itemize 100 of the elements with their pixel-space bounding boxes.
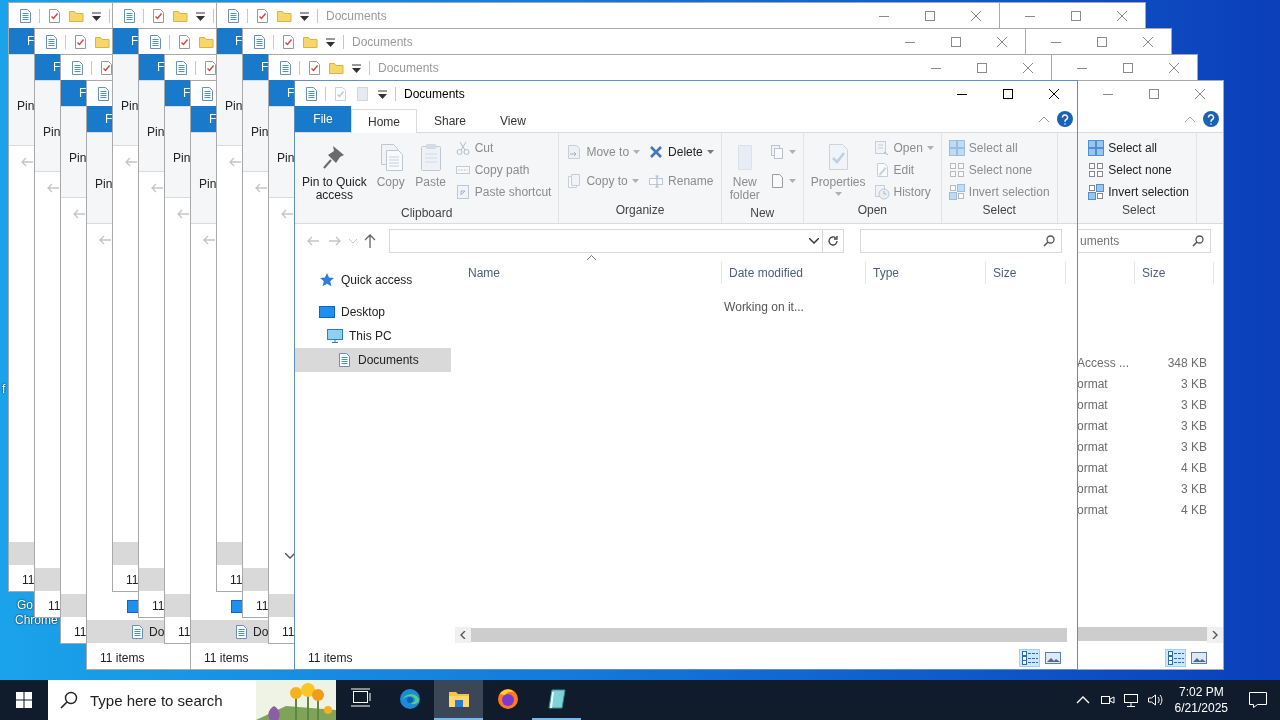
nav-item[interactable]: Desktop xyxy=(295,300,451,324)
clock[interactable]: 7:02 PM 6/21/2025 xyxy=(1166,685,1236,715)
table-cell-text: 348 KB xyxy=(1166,355,1207,370)
address-field[interactable] xyxy=(389,229,823,253)
scrollbar-thumb[interactable] xyxy=(1077,627,1207,641)
help-icon xyxy=(1207,113,1215,125)
help-button[interactable] xyxy=(1203,111,1219,127)
nav-item[interactable]: Quick access xyxy=(295,268,451,292)
ribbon-group-label: Open xyxy=(856,203,888,219)
document-icon xyxy=(336,352,352,368)
refresh-button[interactable] xyxy=(823,229,844,253)
document-icon[interactable] xyxy=(69,59,85,76)
ribbon-button[interactable]: Delete xyxy=(645,137,717,166)
checked-page-icon[interactable] xyxy=(98,59,114,76)
ribbon-button-label: Pin xyxy=(173,151,191,165)
file-tab[interactable]: F xyxy=(269,80,294,106)
chevron-down-icon[interactable] xyxy=(809,238,819,244)
details-view-button[interactable] xyxy=(1019,648,1040,667)
dropdown-icon[interactable] xyxy=(376,87,389,100)
status-text: 11 xyxy=(152,598,165,613)
nav-item[interactable]: This PC xyxy=(295,324,451,348)
help-button[interactable] xyxy=(1057,111,1073,127)
status-text: 11 xyxy=(22,572,35,587)
document-icon[interactable] xyxy=(277,59,293,76)
table-cell-text: 3 KB xyxy=(1180,397,1207,412)
scrollbar-thumb[interactable] xyxy=(471,628,1067,642)
checked-page-icon[interactable] xyxy=(254,7,270,24)
file-tab[interactable]: F xyxy=(113,28,138,54)
document-icon[interactable] xyxy=(43,33,59,50)
ribbon-tab[interactable]: Home xyxy=(351,109,417,133)
checked-page-icon[interactable] xyxy=(280,33,296,50)
file-tab[interactable]: F xyxy=(61,80,86,106)
table-cell-text: Access ... xyxy=(1077,355,1130,370)
checked-page-icon[interactable] xyxy=(46,7,62,24)
file-tab[interactable]: File xyxy=(295,106,351,132)
dropdown-icon[interactable] xyxy=(324,35,337,48)
search-icon xyxy=(1043,235,1055,247)
table-cell-text: 4 KB xyxy=(1180,460,1207,475)
file-tab[interactable]: F xyxy=(217,28,242,54)
dropdown-caret-icon xyxy=(631,178,639,183)
file-tab[interactable]: F xyxy=(9,28,34,54)
search-box[interactable]: Type here to search xyxy=(48,680,336,720)
file-tab[interactable]: F xyxy=(191,106,216,132)
ribbon-button[interactable]: Select none xyxy=(1085,159,1192,181)
window-title: Documents xyxy=(352,34,413,49)
caret-icon[interactable] xyxy=(349,238,357,244)
ribbon-button-label: Pin xyxy=(69,151,87,165)
flame-circle-icon xyxy=(496,688,519,710)
document-icon[interactable] xyxy=(303,85,319,102)
ribbon-button[interactable]: Pin to Quick access xyxy=(299,137,370,206)
collapse-ribbon-icon[interactable] xyxy=(1039,116,1049,122)
document-icon[interactable] xyxy=(173,59,189,76)
document-icon[interactable] xyxy=(17,7,33,24)
details-view-button[interactable] xyxy=(1165,648,1186,667)
checked-page-icon[interactable] xyxy=(202,59,218,76)
up-icon[interactable] xyxy=(363,233,377,249)
windows-logo-icon xyxy=(16,692,32,708)
checked-page-icon[interactable] xyxy=(176,33,192,50)
scroll-left-button[interactable] xyxy=(455,627,471,643)
checked-page-icon[interactable] xyxy=(150,7,166,24)
dropdown-icon[interactable] xyxy=(350,61,363,74)
scissors-icon xyxy=(454,140,471,156)
search-icon xyxy=(60,691,78,709)
dropdown-icon[interactable] xyxy=(298,9,311,22)
checker-grid-icon xyxy=(1088,184,1105,200)
document-icon[interactable] xyxy=(147,33,163,50)
large-icons-view-icon xyxy=(1044,650,1061,665)
file-tab[interactable]: F xyxy=(139,54,164,80)
selected-nav-item[interactable]: Do xyxy=(87,620,164,643)
close-icon xyxy=(1049,88,1059,99)
nav-item[interactable]: Documents xyxy=(295,348,451,372)
dropdown-icon[interactable] xyxy=(90,9,103,22)
dropdown-caret-icon xyxy=(706,149,714,154)
search-field[interactable] xyxy=(860,229,1062,253)
ribbon-button[interactable]: Select all xyxy=(1085,137,1192,159)
file-tab[interactable]: F xyxy=(35,54,60,80)
file-tab[interactable]: F xyxy=(87,106,112,132)
ribbon-group-label: Select xyxy=(981,203,1017,219)
document-icon[interactable] xyxy=(95,85,111,102)
taskbar-app-button[interactable] xyxy=(434,680,483,720)
ribbon-button[interactable]: Invert selection xyxy=(1085,181,1192,203)
checked-page-icon[interactable] xyxy=(72,33,88,50)
document-icon[interactable] xyxy=(225,7,241,24)
search-icon xyxy=(1192,235,1204,247)
document-icon[interactable] xyxy=(251,33,267,50)
file-tab[interactable]: F xyxy=(165,80,190,106)
checked-page-icon[interactable] xyxy=(306,59,322,76)
dropdown-icon[interactable] xyxy=(194,9,207,22)
search-input[interactable]: uments xyxy=(1078,233,1192,249)
details-view-icon xyxy=(1167,650,1184,665)
collapse-ribbon-icon[interactable] xyxy=(1185,116,1195,122)
document-icon[interactable] xyxy=(121,7,137,24)
checked-page-icon[interactable] xyxy=(332,85,348,102)
close-icon xyxy=(1143,36,1153,47)
close-icon xyxy=(971,10,981,21)
file-tab[interactable]: F xyxy=(243,54,268,80)
search-field[interactable]: uments xyxy=(1077,229,1211,253)
selected-nav-item[interactable]: Do xyxy=(191,620,268,643)
scroll-right-button[interactable] xyxy=(1207,627,1223,643)
document-icon[interactable] xyxy=(199,85,215,102)
